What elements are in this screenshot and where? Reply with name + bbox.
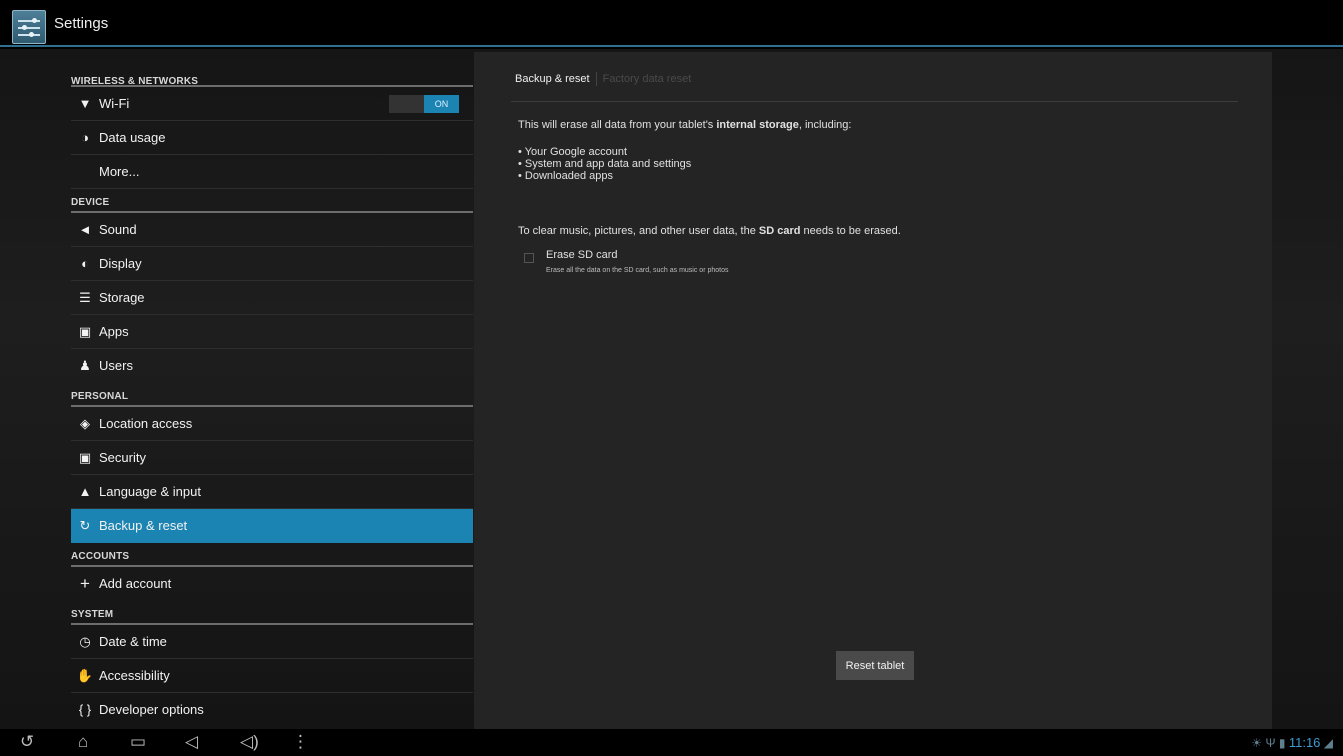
sidebar-item-users[interactable]: ♟ Users (71, 349, 473, 383)
sidebar-item-security[interactable]: ▣ Security (71, 441, 473, 475)
storage-icon: ☰ (79, 290, 91, 305)
backup-icon: ↻ (79, 518, 91, 533)
lock-icon: ▣ (78, 450, 92, 465)
users-icon: ♟ (79, 358, 91, 373)
data-usage-icon: ◑ (81, 130, 89, 145)
sidebar-item-language[interactable]: ▲ Language & input (71, 475, 473, 509)
sd-note-text-end: needs to be erased. (800, 225, 901, 237)
sidebar-item-developer-options[interactable]: { } Developer options (71, 693, 473, 727)
reset-tablet-button[interactable]: Reset tablet (836, 651, 914, 680)
sidebar-item-label: Date & time (99, 634, 167, 649)
sidebar-item-label: Location access (99, 416, 193, 431)
sidebar-item-wifi[interactable]: ▼ Wi-Fi ON (71, 87, 473, 121)
sidebar-item-location[interactable]: ◈ Location access (71, 407, 473, 441)
location-icon: ◈ (80, 416, 90, 431)
recent-apps-icon[interactable]: ▭ (130, 732, 146, 752)
sidebar-item-label: Data usage (99, 130, 166, 145)
action-bar: Settings (0, 0, 1343, 47)
sidebar-item-add-account[interactable]: + Add account (71, 567, 473, 601)
back-icon[interactable]: ↺ (20, 732, 34, 752)
description-bold: internal storage (716, 119, 799, 131)
wifi-toggle-state: ON (424, 95, 459, 113)
menu-icon[interactable]: ⋮ (292, 732, 309, 752)
sidebar-item-label: More... (99, 164, 140, 179)
sidebar-item-label: Sound (99, 222, 137, 237)
content-area: WIRELESS & NETWORKS ▼ Wi-Fi ON ◑ Data us… (0, 49, 1343, 729)
sidebar-item-label: Developer options (99, 702, 204, 717)
sidebar-item-label: Users (99, 358, 133, 373)
sidebar-item-label: Apps (99, 324, 129, 339)
description-text-end: , including: (798, 119, 852, 131)
sidebar-item-label: Display (99, 256, 142, 271)
sd-note-text: To clear music, pictures, and other user… (518, 225, 759, 237)
app-title: Settings (54, 15, 109, 32)
sidebar-item-storage[interactable]: ☰ Storage (71, 281, 473, 315)
list-item: Downloaded apps (518, 170, 691, 182)
volume-up-icon[interactable]: ◁) (240, 732, 259, 752)
erase-sd-sublabel: Erase all the data on the SD card, such … (546, 267, 729, 274)
section-header-system: SYSTEM (71, 601, 473, 625)
sidebar-item-label: Storage (99, 290, 145, 305)
status-area[interactable]: ☀ Ψ ▮ 11:16 ◢ (1251, 735, 1333, 750)
erase-sd-checkbox[interactable] (524, 253, 534, 263)
erase-description: This will erase all data from your table… (518, 119, 851, 131)
home-icon[interactable]: ⌂ (78, 732, 88, 752)
breadcrumb-factory-reset: Factory data reset (602, 72, 692, 85)
sidebar-item-backup-reset[interactable]: ↻ Backup & reset (71, 509, 473, 543)
usb-icon: Ψ (1265, 736, 1276, 750)
erase-sd-label[interactable]: Erase SD card (546, 249, 618, 261)
battery-icon: ▮ (1278, 736, 1286, 750)
sidebar-item-label: Wi-Fi (99, 96, 130, 111)
braces-icon: { } (78, 702, 92, 717)
wifi-toggle[interactable]: ON (389, 95, 459, 113)
sidebar-item-data-usage[interactable]: ◑ Data usage (71, 121, 473, 155)
sidebar-item-display[interactable]: ◐ Display (71, 247, 473, 281)
settings-sidebar: WIRELESS & NETWORKS ▼ Wi-Fi ON ◑ Data us… (71, 49, 473, 729)
breadcrumb: Backup & reset Factory data reset (515, 72, 691, 86)
section-header-wireless: WIRELESS & NETWORKS (71, 49, 473, 87)
sidebar-item-label: Language & input (99, 484, 201, 499)
sidebar-item-date-time[interactable]: ◷ Date & time (71, 625, 473, 659)
language-icon: ▲ (78, 484, 92, 499)
apps-icon: ▣ (78, 324, 92, 339)
sidebar-item-label: Backup & reset (99, 518, 188, 533)
sd-note-bold: SD card (758, 225, 801, 237)
erased-items-list: Your Google account System and app data … (518, 146, 692, 182)
list-item: Your Google account (518, 146, 691, 158)
sidebar-item-label: Add account (99, 576, 172, 591)
settings-sliders-icon[interactable] (12, 10, 46, 44)
add-icon: + (80, 574, 90, 593)
sidebar-item-sound[interactable]: ◄ Sound (71, 213, 473, 247)
signal-icon: ◢ (1323, 736, 1333, 750)
section-header-accounts: ACCOUNTS (71, 543, 473, 567)
sidebar-item-label: Accessibility (99, 668, 170, 683)
sidebar-item-label: Security (99, 450, 146, 465)
list-item: System and app data and settings (518, 158, 691, 170)
panel-divider (511, 101, 1238, 102)
sd-card-note: To clear music, pictures, and other user… (518, 225, 901, 237)
sidebar-item-more[interactable]: More... (71, 155, 473, 189)
breadcrumb-separator (595, 72, 597, 86)
backup-reset-panel: Backup & reset Factory data reset This wi… (474, 52, 1272, 729)
sidebar-item-accessibility[interactable]: ✋ Accessibility (71, 659, 473, 693)
wifi-icon: ▼ (78, 96, 92, 111)
sync-icon: ☀ (1251, 736, 1263, 750)
clock-icon: ◷ (79, 634, 91, 649)
section-header-personal: PERSONAL (71, 383, 473, 407)
status-time: 11:16 (1288, 735, 1321, 750)
breadcrumb-backup-reset[interactable]: Backup & reset (515, 73, 590, 85)
sidebar-item-apps[interactable]: ▣ Apps (71, 315, 473, 349)
navigation-bar: ↺ ⌂ ▭ ◁ ◁) ⋮ ☀ Ψ ▮ 11:16 ◢ (0, 729, 1343, 756)
sound-icon: ◄ (78, 222, 92, 237)
hand-icon: ✋ (76, 668, 94, 683)
display-icon: ◐ (81, 256, 89, 271)
volume-down-icon[interactable]: ◁ (185, 732, 198, 752)
section-header-device: DEVICE (71, 189, 473, 213)
description-text: This will erase all data from your table… (518, 119, 717, 131)
